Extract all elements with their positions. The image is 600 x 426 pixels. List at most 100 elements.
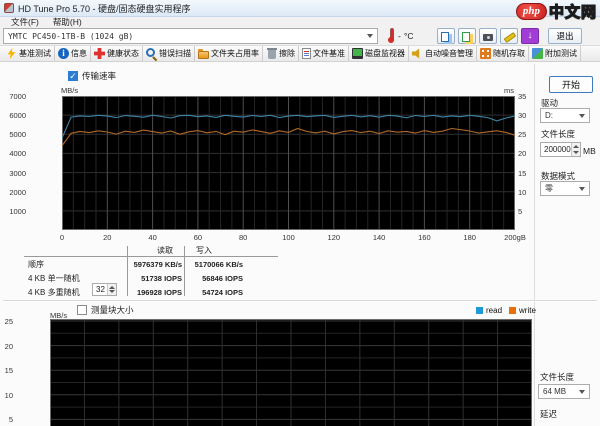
write-legend-label: write (519, 306, 536, 315)
x-axis-tick: 140 (367, 233, 391, 242)
benchmark-label: 基准测试 (19, 48, 51, 59)
checkbox-unchecked-icon (77, 305, 87, 315)
y-axis-left-tick: 2000 (0, 188, 26, 197)
camera-screenshot-button[interactable] (479, 28, 497, 44)
spinner-arrows[interactable] (107, 284, 116, 295)
chevron-down-icon (367, 34, 373, 38)
aam-icon (412, 48, 423, 59)
copy-screenshot-button[interactable] (437, 28, 455, 44)
read-value: 5976379 KB/s (126, 260, 182, 269)
random-access-label: 随机存取 (493, 48, 525, 59)
spinner-up-icon[interactable] (109, 286, 115, 289)
table-column-rule (184, 246, 185, 296)
file-length-spinner[interactable]: 200000 (540, 142, 581, 157)
toolbar-extra-tests-button[interactable]: 附加测试 (529, 46, 581, 61)
x-axis-tick: 180 (458, 233, 482, 242)
write-legend-swatch (509, 307, 516, 314)
toolbar: 基准测试信息 健康状态错误扫描 文件夹占用率擦除文件基准 磁盘监视器 自动噪音管理 随机存… (0, 45, 600, 62)
x-axis-tick: 160 (412, 233, 436, 242)
measure-block-size-label: 测量块大小 (91, 304, 134, 316)
toolbar-folder-usage-button[interactable]: 文件夹占用率 (195, 46, 263, 61)
spinner-down-icon[interactable] (573, 151, 579, 154)
exit-button[interactable]: 退出 (548, 28, 582, 44)
table-row-label: 4 KB 多重随机 (28, 287, 80, 298)
toolbar-aam-button[interactable]: 自动噪音管理 (409, 46, 477, 61)
x-axis-tick: 20 (95, 233, 119, 242)
data-mode-select[interactable]: 零 (540, 181, 590, 196)
target-drive-select[interactable]: D: (540, 108, 590, 123)
y-axis-right-tick: 35 (518, 92, 536, 101)
file-length-label: 文件长度 (541, 128, 575, 140)
write-value: 54724 IOPS (186, 288, 243, 297)
y-axis-left-tick: 6000 (0, 111, 26, 120)
y-axis-right-unit: ms (504, 86, 514, 95)
toolbar-erase-button[interactable]: 擦除 (263, 46, 299, 61)
title-bar[interactable]: HD Tune Pro 5.70 - 硬盘/固态硬盘实用程序 (0, 0, 600, 17)
spinner-down-icon[interactable] (109, 290, 115, 293)
annotate-pen-button[interactable] (500, 28, 518, 44)
save-results-button[interactable] (521, 28, 539, 44)
info-icon (58, 48, 69, 59)
measure-block-size-checkbox[interactable]: 测量块大小 (77, 304, 134, 316)
queue-depth-spinner[interactable]: 32 (92, 283, 117, 296)
toolbar-info-button[interactable]: 信息 (55, 46, 91, 61)
block-file-length-select[interactable]: 64 MB (538, 384, 590, 399)
toolbar-file-benchmark-button[interactable]: 文件基准 (299, 46, 349, 61)
latency-label: 延迟 (540, 408, 557, 420)
aam-label: 自动噪音管理 (425, 48, 473, 59)
x-axis-tick: 120 (322, 233, 346, 242)
toolbar-health-button[interactable]: 健康状态 (91, 46, 143, 61)
y-axis-left-tick: 7000 (0, 92, 26, 101)
read-value: 51738 IOPS (126, 274, 182, 283)
hdtune-window: HD Tune Pro 5.70 - 硬盘/固态硬盘实用程序 php 中文网 文… (0, 0, 600, 426)
chevron-down-icon (579, 390, 585, 394)
spinner-up-icon[interactable] (573, 145, 579, 148)
transfer-rate-checkbox[interactable]: 传输速率 (68, 70, 116, 82)
folder-usage-label: 文件夹占用率 (211, 48, 259, 59)
disk-monitor-icon (352, 48, 363, 59)
php-logo-icon: php (516, 3, 547, 20)
erase-icon (268, 50, 276, 59)
toolbar-disk-monitor-button[interactable]: 磁盘监视器 (349, 46, 409, 61)
y-axis-left-tick: 4000 (0, 149, 26, 158)
disk-monitor-label: 磁盘监视器 (365, 48, 405, 59)
menu-bar: 文件(F)帮助(H) (0, 17, 600, 27)
block-chart-y-tick: 10 (0, 391, 13, 400)
read-column-header: 读取 (140, 245, 190, 256)
extra-tests-label: 附加测试 (545, 48, 577, 59)
folder-usage-icon (198, 51, 209, 59)
x-axis-tick-last: 200gB (497, 233, 533, 242)
block-chart-y-tick: 20 (0, 342, 13, 351)
health-label: 健康状态 (107, 48, 139, 59)
copy-color-screenshot-button[interactable] (458, 28, 476, 44)
queue-depth-value: 32 (93, 284, 107, 295)
file-length-unit: MB (583, 146, 596, 156)
read-legend-swatch (476, 307, 483, 314)
transfer-rate-chart (62, 96, 515, 230)
block-chart-y-tick: 5 (0, 415, 13, 424)
spinner-arrows[interactable] (571, 143, 580, 156)
thermometer-icon (387, 28, 395, 43)
chevron-down-icon (579, 187, 585, 191)
toolbar-benchmark-button[interactable]: 基准测试 (3, 46, 55, 61)
y-axis-right-tick: 30 (518, 111, 536, 120)
y-axis-right-tick: 15 (518, 169, 536, 178)
php-cn-watermark: php 中文网 (516, 1, 597, 22)
toolbar-error-scan-button[interactable]: 错误扫描 (143, 46, 195, 61)
target-drive-value: D: (545, 111, 576, 120)
transfer-rate-label: 传输速率 (82, 70, 116, 82)
start-button[interactable]: 开始 (549, 76, 593, 93)
write-column-header: 写入 (184, 245, 224, 256)
toolbar-random-access-button[interactable]: 随机存取 (477, 46, 529, 61)
chart-legend: readwrite (476, 306, 540, 315)
control-bar: YMTC PC450-1TB-B (1024 gB) - °C 退出 (0, 27, 600, 45)
benchmark-icon (6, 48, 17, 59)
watermark-text: 中文网 (549, 1, 597, 22)
temperature-value: - (398, 31, 401, 41)
error-scan-icon (146, 48, 157, 59)
y-axis-right-tick: 25 (518, 130, 536, 139)
random-access-icon (480, 48, 491, 59)
drive-select[interactable]: YMTC PC450-1TB-B (1024 gB) (3, 28, 378, 44)
block-file-length-label: 文件长度 (540, 371, 574, 383)
x-axis-tick: 0 (50, 233, 74, 242)
